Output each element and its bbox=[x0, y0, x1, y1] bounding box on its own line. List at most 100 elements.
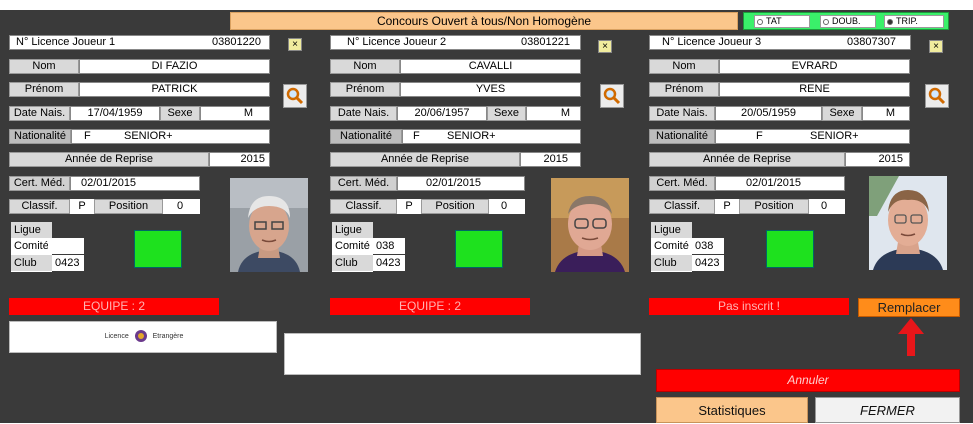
nationalite-field[interactable]: F SENIOR+ bbox=[715, 129, 910, 144]
club-value: 0423 bbox=[373, 255, 405, 271]
licence-label: N° Licence Joueur 2 bbox=[347, 36, 447, 48]
date-nais-field[interactable]: 20/06/1957 bbox=[397, 106, 487, 121]
nom-field[interactable]: CAVALLI bbox=[400, 59, 581, 74]
position-label: Position bbox=[739, 199, 809, 214]
team-status: EQUIPE : 2 bbox=[9, 298, 219, 315]
clear-button[interactable]: × bbox=[288, 38, 302, 51]
nationalite-label: Nationalité bbox=[330, 129, 402, 144]
player-photo bbox=[551, 178, 629, 272]
licence-number: 03801220 bbox=[212, 36, 261, 48]
statistiques-button[interactable]: Statistiques bbox=[656, 397, 808, 423]
nationalite-field[interactable]: F SENIOR+ bbox=[71, 129, 270, 144]
licence-label: N° Licence Joueur 1 bbox=[16, 36, 116, 48]
search-icon bbox=[603, 87, 621, 105]
licence-field[interactable]: N° Licence Joueur 2 03801221 bbox=[330, 35, 581, 50]
date-nais-label: Date Nais. bbox=[9, 106, 70, 121]
categorie-value: SENIOR+ bbox=[124, 130, 173, 142]
position-value: 0 bbox=[809, 199, 845, 214]
sexe-field[interactable]: M bbox=[526, 106, 581, 121]
radio-label: TAT bbox=[766, 16, 782, 26]
date-nais-field[interactable]: 20/05/1959 bbox=[715, 106, 822, 121]
comite-label: Comité bbox=[14, 240, 49, 252]
club-label: Club bbox=[14, 257, 37, 269]
status-indicator bbox=[766, 230, 814, 268]
position-label: Position bbox=[421, 199, 489, 214]
search-icon bbox=[286, 87, 304, 105]
nom-field[interactable]: DI FAZIO bbox=[79, 59, 270, 74]
player-photo-image bbox=[551, 178, 629, 272]
annuler-button[interactable]: Annuler bbox=[656, 369, 960, 392]
annee-reprise-field[interactable]: 2015 bbox=[845, 152, 910, 167]
status-indicator bbox=[134, 230, 182, 268]
ligue-label: Ligue bbox=[332, 222, 373, 238]
classif-value: P bbox=[70, 199, 94, 214]
remplacer-button[interactable]: Remplacer bbox=[858, 298, 960, 317]
licence-field[interactable]: N° Licence Joueur 1 03801220 bbox=[9, 35, 270, 50]
arrow-up-icon bbox=[898, 318, 924, 356]
licence-field[interactable]: N° Licence Joueur 3 03807307 bbox=[649, 35, 911, 50]
prenom-label: Prénom bbox=[9, 82, 79, 97]
cert-med-field[interactable]: 02/01/2015 bbox=[397, 176, 525, 191]
sexe-field[interactable]: M bbox=[862, 106, 910, 121]
radio-dot-icon bbox=[823, 18, 829, 25]
search-button[interactable] bbox=[925, 84, 949, 108]
nom-label: Nom bbox=[649, 59, 719, 74]
date-nais-label: Date Nais. bbox=[649, 106, 715, 121]
club-label: Club bbox=[651, 255, 692, 271]
sexe-label: Sexe bbox=[487, 106, 526, 121]
categorie-value: SENIOR+ bbox=[810, 130, 859, 142]
player-photo bbox=[869, 176, 947, 270]
prenom-field[interactable]: YVES bbox=[400, 82, 581, 97]
prenom-field[interactable]: PATRICK bbox=[79, 82, 270, 97]
clear-button[interactable]: × bbox=[929, 40, 943, 53]
sexe-field[interactable]: M bbox=[200, 106, 270, 121]
notes-box[interactable] bbox=[284, 333, 641, 375]
licence-number: 03801221 bbox=[521, 36, 570, 48]
cert-med-field[interactable]: 02/01/2015 bbox=[715, 176, 845, 191]
radio-label: TRIP. bbox=[896, 16, 918, 26]
nationalite-field[interactable]: F SENIOR+ bbox=[402, 129, 581, 144]
player-photo-image bbox=[869, 176, 947, 270]
ligue-comite-club-box: Ligue Comité Club bbox=[332, 222, 373, 272]
date-nais-label: Date Nais. bbox=[330, 106, 397, 121]
annee-reprise-field[interactable]: 2015 bbox=[520, 152, 581, 167]
sexe-label: Sexe bbox=[160, 106, 200, 121]
clear-button[interactable]: × bbox=[598, 40, 612, 53]
club-value: 0423 bbox=[52, 255, 84, 271]
team-type-radio-group: TAT DOUB. TRIP. bbox=[743, 12, 949, 30]
comite-value: 038 bbox=[692, 238, 724, 254]
radio-label: DOUB. bbox=[832, 16, 861, 26]
annee-reprise-label: Année de Reprise bbox=[330, 152, 520, 167]
date-nais-field[interactable]: 17/04/1959 bbox=[70, 106, 160, 121]
comite-bg bbox=[52, 238, 84, 254]
categorie-value: SENIOR+ bbox=[447, 130, 496, 142]
club-row: Club bbox=[11, 255, 52, 271]
radio-doub[interactable]: DOUB. bbox=[820, 15, 876, 28]
annee-reprise-field[interactable]: 2015 bbox=[209, 152, 270, 167]
fermer-button[interactable]: FERMER bbox=[815, 397, 960, 423]
cert-med-label: Cert. Méd. bbox=[9, 176, 70, 191]
nom-field[interactable]: EVRARD bbox=[719, 59, 910, 74]
cert-med-field[interactable]: 02/01/2015 bbox=[70, 176, 200, 191]
search-button[interactable] bbox=[600, 84, 624, 108]
nom-label: Nom bbox=[330, 59, 400, 74]
annee-reprise-label: Année de Reprise bbox=[649, 152, 845, 167]
licence-etrangere-left: Licence bbox=[104, 333, 129, 340]
nationalite-value: F bbox=[756, 130, 763, 142]
ligue-label: Ligue bbox=[11, 222, 52, 238]
position-value: 0 bbox=[489, 199, 525, 214]
classif-value: P bbox=[715, 199, 739, 214]
radio-tat[interactable]: TAT bbox=[754, 15, 810, 28]
team-status: Pas inscrit ! bbox=[649, 298, 849, 315]
comite-value: 038 bbox=[373, 238, 405, 254]
search-button[interactable] bbox=[283, 84, 307, 108]
comite-label: Comité bbox=[654, 240, 689, 252]
position-label: Position bbox=[94, 199, 163, 214]
licence-etrangere-panel[interactable]: Licence Etrangère bbox=[9, 321, 277, 353]
search-icon bbox=[928, 87, 946, 105]
prenom-field[interactable]: RENE bbox=[719, 82, 910, 97]
radio-dot-checked-icon bbox=[887, 18, 893, 25]
radio-dot-icon bbox=[757, 18, 763, 25]
radio-trip[interactable]: TRIP. bbox=[884, 15, 944, 28]
position-value: 0 bbox=[163, 199, 200, 214]
